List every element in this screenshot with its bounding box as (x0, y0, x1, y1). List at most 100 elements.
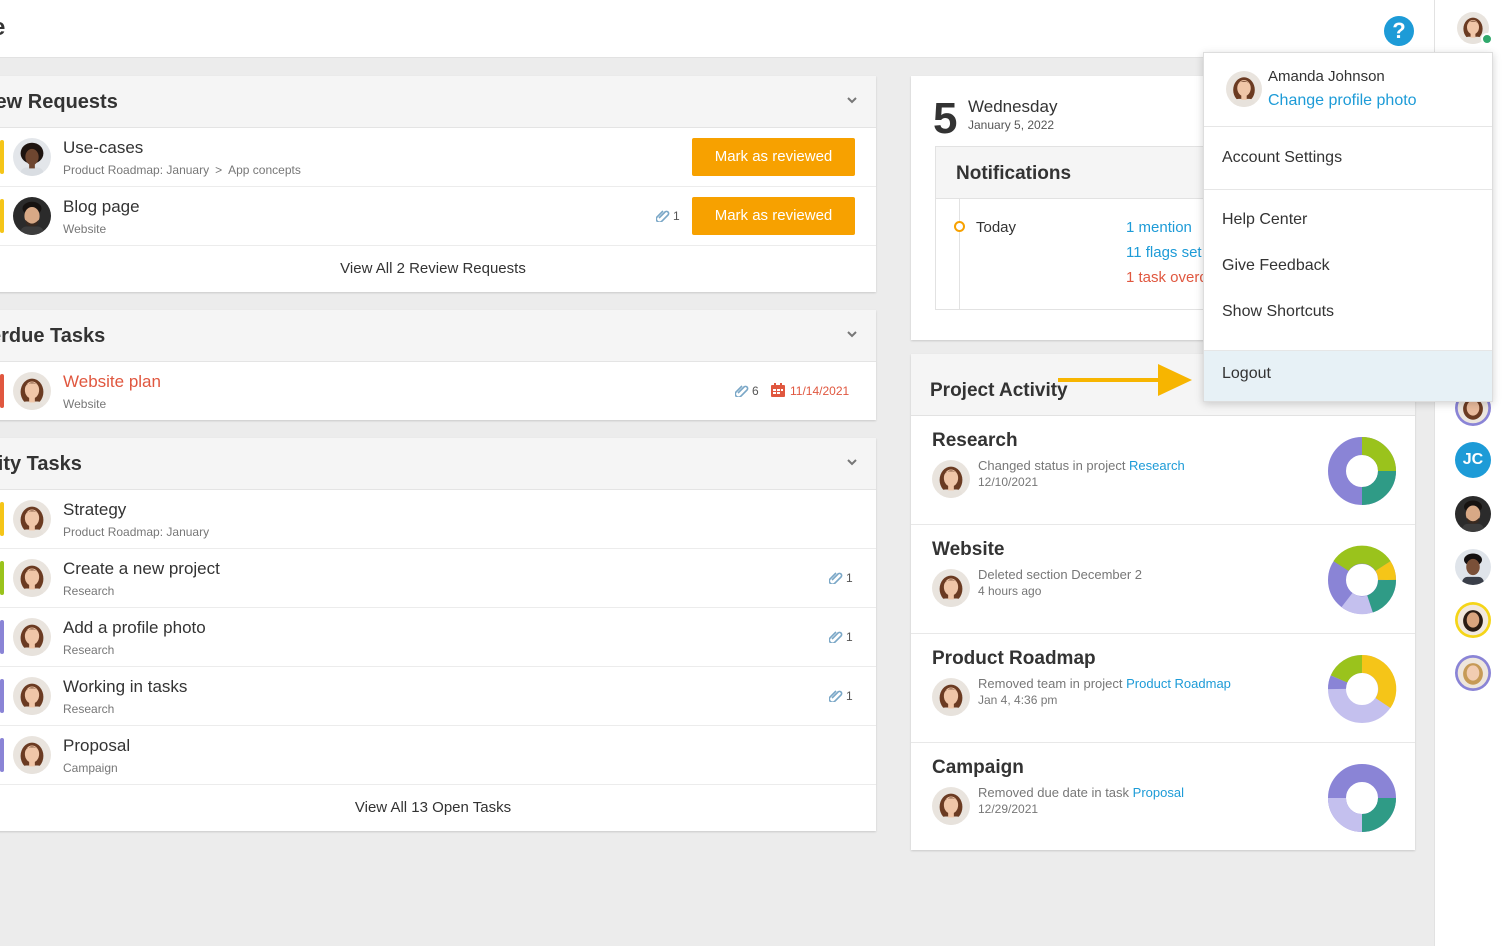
task-project: Research (63, 643, 115, 657)
attachment-number: 1 (846, 630, 853, 644)
actor-avatar (932, 569, 970, 607)
task-row[interactable]: Website plan Website 6 11/14/2021 (0, 362, 876, 421)
panel-title: rity Tasks (0, 453, 82, 475)
path-separator: > (215, 163, 223, 177)
change-profile-photo-link[interactable]: Change profile photo (1268, 92, 1417, 110)
attachments-count: 1 (829, 570, 857, 586)
team-avatar[interactable] (1455, 496, 1491, 532)
project-progress-donut (1328, 545, 1396, 615)
menu-item-help-center[interactable]: Help Center (1204, 211, 1492, 229)
task-row[interactable]: Add a profile photo Research 1 (0, 608, 876, 667)
menu-item-logout[interactable]: Logout (1204, 351, 1492, 401)
logout-label: Logout (1222, 365, 1271, 382)
activity-action: Changed status in project (978, 458, 1130, 473)
menu-item-show-shortcuts[interactable]: Show Shortcuts (1204, 303, 1492, 321)
menu-divider (1204, 189, 1492, 190)
task-name[interactable]: Blog page (63, 197, 140, 217)
task-name[interactable]: Use-cases (63, 138, 143, 158)
chevron-down-icon[interactable] (846, 456, 858, 468)
activity-time: Jan 4, 4:36 pm (978, 693, 1058, 707)
priority-tasks-panel: rity Tasks Strategy Product Roadmap: Jan… (0, 438, 876, 831)
page-title: e (0, 14, 5, 42)
help-icon[interactable]: ? (1384, 16, 1414, 46)
project-name[interactable]: Research (932, 430, 1018, 452)
project-progress-donut (1328, 654, 1397, 723)
activity-link[interactable]: Product Roadmap (1126, 676, 1231, 691)
view-all-review-requests-link[interactable]: View All 2 Review Requests (0, 246, 876, 292)
task-project: Research (63, 584, 115, 598)
task-name[interactable]: Website plan (63, 372, 161, 392)
task-project: Website (63, 397, 107, 411)
project-progress-donut (1328, 764, 1396, 832)
user-name: Amanda Johnson (1268, 68, 1385, 85)
review-row[interactable]: Use-cases Product Roadmap: January > App c… (0, 128, 876, 187)
timeline-dot-icon (954, 221, 965, 232)
color-bar (0, 502, 4, 536)
arrow-icon (1058, 364, 1192, 396)
team-avatar[interactable] (1455, 602, 1491, 638)
assignee-avatar (13, 372, 51, 410)
task-row[interactable]: Create a new project Research 1 (0, 549, 876, 608)
attachments-count: 1 (829, 629, 857, 645)
due-date-text: 11/14/2021 (790, 384, 850, 398)
activity-link[interactable]: Research (1129, 458, 1185, 473)
task-name[interactable]: Working in tasks (63, 677, 187, 697)
path-part[interactable]: App concepts (228, 163, 301, 177)
flags-link[interactable]: 11 flags set (1126, 244, 1202, 261)
project-activity-panel: Project Activity Research Changed status… (911, 354, 1415, 850)
project-progress-donut (1328, 437, 1396, 505)
activity-link[interactable]: Proposal (1133, 785, 1184, 800)
activity-time: 12/10/2021 (978, 475, 1039, 489)
mark-as-reviewed-button[interactable]: Mark as reviewed (692, 138, 855, 176)
activity-description: Removed due date in task Proposal (978, 785, 1184, 800)
color-bar (0, 561, 4, 595)
color-bar (0, 140, 4, 174)
panel-header[interactable]: erdue Tasks (0, 310, 876, 362)
top-bar: e ? (0, 0, 1434, 58)
panel-title: erdue Tasks (0, 325, 106, 347)
task-name[interactable]: Strategy (63, 500, 126, 520)
attachment-number: 1 (846, 689, 853, 703)
menu-item-account-settings[interactable]: Account Settings (1204, 149, 1492, 167)
task-name[interactable]: Create a new project (63, 559, 220, 579)
paperclip-icon (829, 690, 843, 702)
task-row[interactable]: Proposal Campaign (0, 726, 876, 785)
task-row[interactable]: Strategy Product Roadmap: January (0, 490, 876, 549)
project-name[interactable]: Website (932, 539, 1005, 561)
task-name[interactable]: Add a profile photo (63, 618, 206, 638)
review-requests-panel: iew Requests Use-cases Product Roadmap: … (0, 76, 876, 292)
project-name[interactable]: Campaign (932, 757, 1024, 779)
activity-item[interactable]: Campaign Removed due date in task Propos… (911, 743, 1415, 852)
full-date: January 5, 2022 (968, 118, 1055, 132)
attachments-count: 1 (656, 208, 684, 224)
day-number: 5 (933, 94, 958, 143)
task-path: Website (63, 222, 107, 236)
assignee-avatar (13, 736, 51, 774)
task-row[interactable]: Working in tasks Research 1 (0, 667, 876, 726)
timeline-line (959, 199, 960, 309)
panel-title: iew Requests (0, 91, 118, 113)
activity-item[interactable]: Product Roadmap Removed team in project … (911, 634, 1415, 743)
panel-header[interactable]: iew Requests (0, 76, 876, 128)
review-row[interactable]: Blog page Website 1 Mark as reviewed (0, 187, 876, 246)
paperclip-icon (735, 385, 749, 397)
task-name[interactable]: Proposal (63, 736, 130, 756)
path-part[interactable]: Product Roadmap: January (63, 163, 209, 177)
menu-item-give-feedback[interactable]: Give Feedback (1204, 257, 1492, 275)
activity-item[interactable]: Website Deleted section December 2 4 hou… (911, 525, 1415, 634)
chevron-down-icon[interactable] (846, 94, 858, 106)
team-avatar[interactable] (1455, 655, 1491, 691)
mentions-link[interactable]: 1 mention (1126, 219, 1192, 236)
paperclip-icon (656, 210, 670, 222)
team-avatar-jc[interactable]: JC (1455, 442, 1491, 478)
mark-as-reviewed-button[interactable]: Mark as reviewed (692, 197, 855, 235)
chevron-down-icon[interactable] (846, 328, 858, 340)
activity-item[interactable]: Research Changed status in project Resea… (911, 416, 1415, 525)
project-name[interactable]: Product Roadmap (932, 648, 1096, 670)
panel-header[interactable]: rity Tasks (0, 438, 876, 490)
team-avatar[interactable] (1455, 549, 1491, 585)
attachment-number: 1 (846, 571, 853, 585)
assignee-avatar (13, 500, 51, 538)
view-all-open-tasks-link[interactable]: View All 13 Open Tasks (0, 785, 876, 831)
profile-avatar[interactable] (1226, 71, 1262, 107)
